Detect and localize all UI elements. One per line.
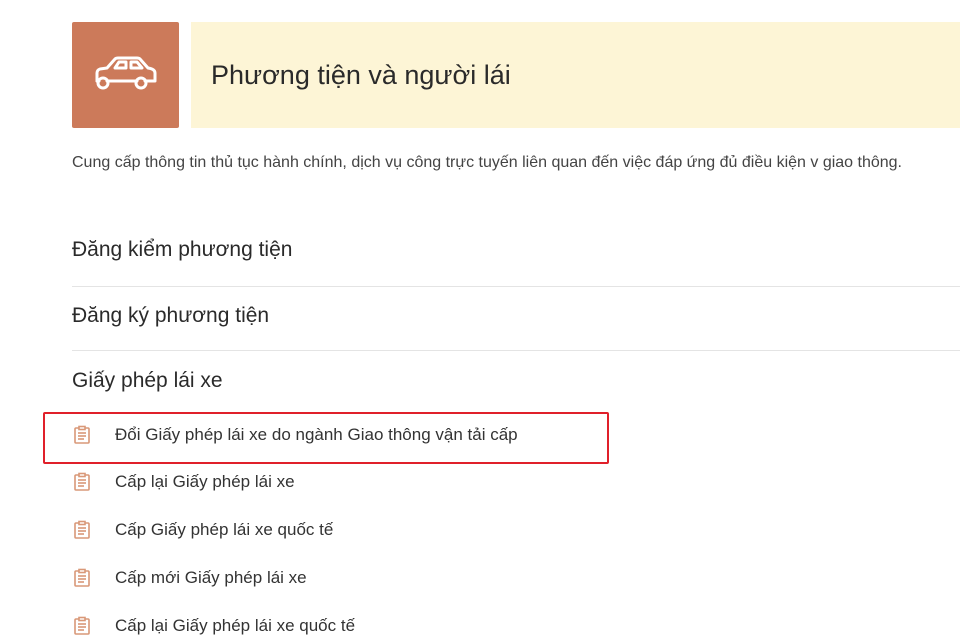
procedure-link-cap-gplx-quoc-te[interactable]: Cấp Giấy phép lái xe quốc tế [72,518,333,542]
procedure-link-cap-lai-gplx[interactable]: Cấp lại Giấy phép lái xe [72,470,295,494]
highlight-box [43,412,609,464]
document-icon [74,520,90,539]
car-icon [95,56,156,90]
divider [72,350,960,351]
document-icon [74,472,90,491]
section-dang-ky-phuong-tien[interactable]: Đăng ký phương tiện [72,304,960,328]
procedure-label: Cấp Giấy phép lái xe quốc tế [115,520,334,539]
section-dang-kiem-phuong-tien[interactable]: Đăng kiểm phương tiện [72,238,960,262]
document-icon [74,616,90,635]
category-icon-tile [72,22,179,128]
divider [72,286,960,287]
page-title: Phương tiện và người lái [211,59,511,90]
procedure-link-cap-moi-gplx[interactable]: Cấp mới Giấy phép lái xe [72,566,307,590]
procedure-link-cap-lai-gplx-quoc-te[interactable]: Cấp lại Giấy phép lái xe quốc tế [72,614,355,638]
category-title-bar: Phương tiện và người lái [191,22,960,128]
category-description: Cung cấp thông tin thủ tục hành chính, d… [72,154,902,171]
procedure-label: Cấp mới Giấy phép lái xe [115,568,307,587]
section-giay-phep-lai-xe[interactable]: Giấy phép lái xe [72,369,960,393]
procedure-label: Cấp lại Giấy phép lái xe [115,472,295,491]
procedure-label: Cấp lại Giấy phép lái xe quốc tế [115,616,356,635]
document-icon [74,568,90,587]
